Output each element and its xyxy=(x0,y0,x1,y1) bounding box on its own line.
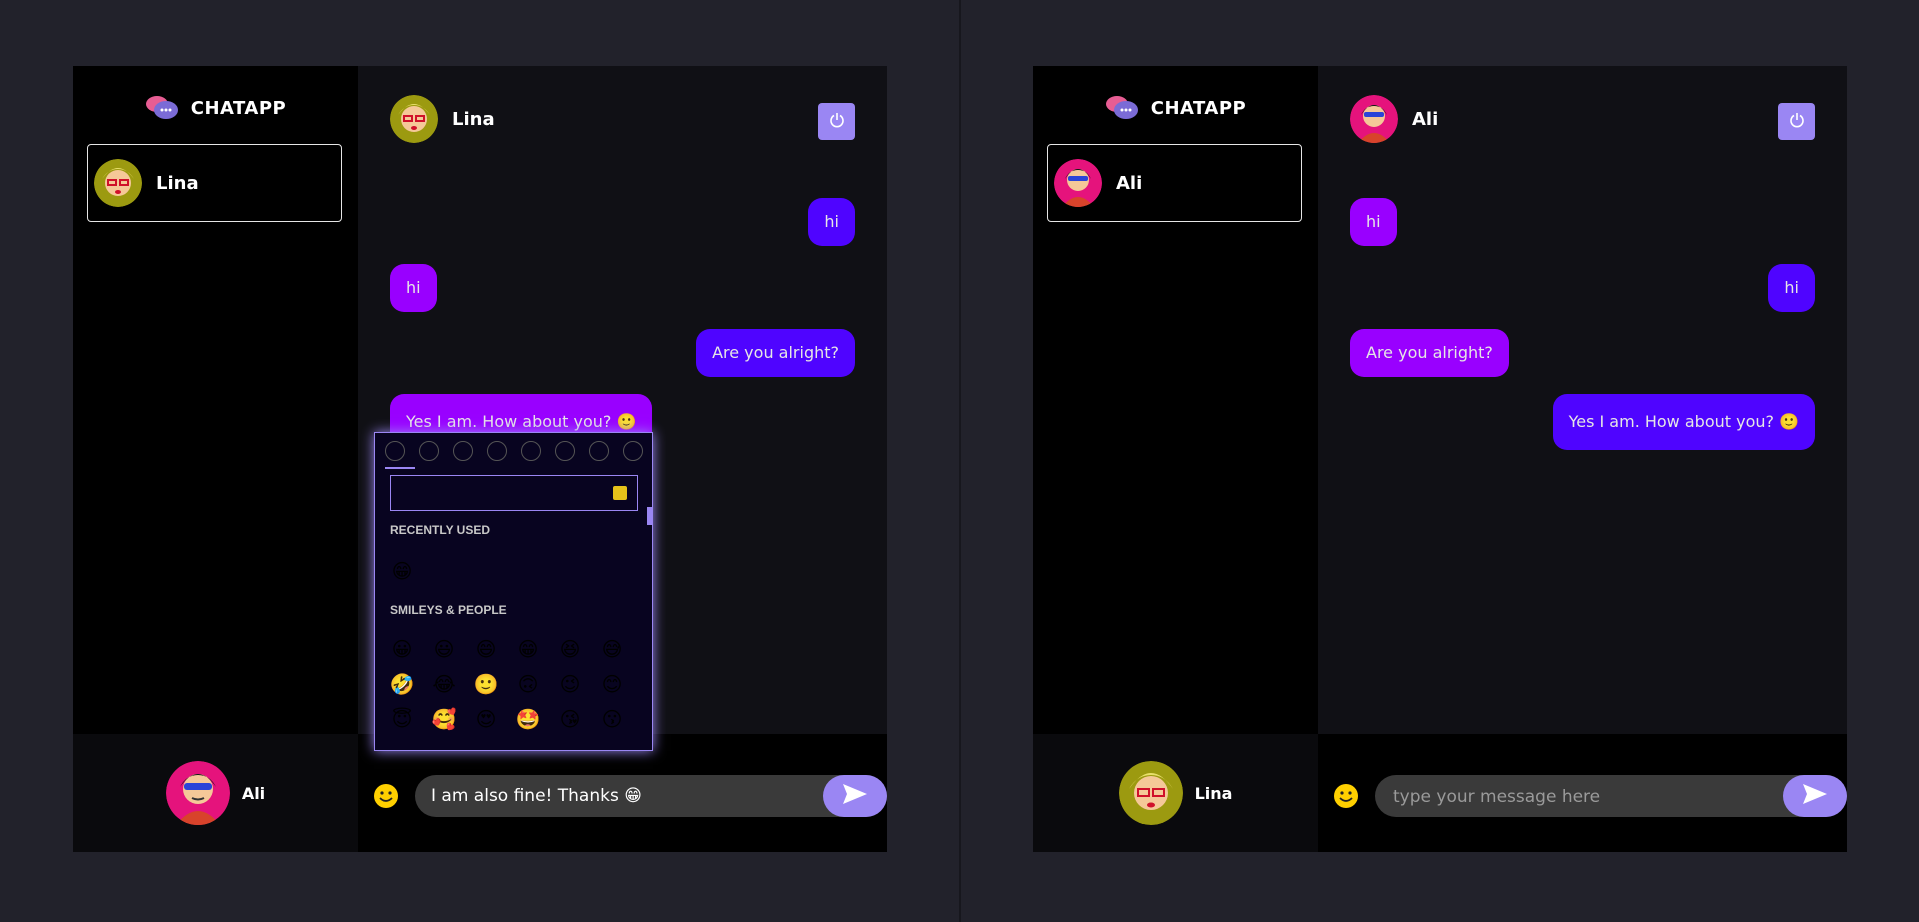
emoji-option[interactable]: 😉 xyxy=(556,670,584,698)
current-user-panel: Ali xyxy=(73,734,358,852)
emoji-option[interactable]: 😂 xyxy=(430,670,458,698)
emoji-option[interactable]: 😆 xyxy=(556,635,584,663)
emoji-option[interactable]: 😃 xyxy=(430,635,458,663)
chat-contact-name: Lina xyxy=(452,108,495,130)
chat-header: Ali xyxy=(1350,94,1815,144)
emoji-search-input[interactable] xyxy=(390,475,638,511)
emoji-option[interactable]: 😅 xyxy=(598,635,626,663)
activity-category-icon[interactable] xyxy=(487,441,507,461)
avatar xyxy=(1054,159,1102,207)
emoji-option[interactable]: 🤩 xyxy=(514,705,542,733)
send-button[interactable] xyxy=(823,775,887,817)
chat-contact-name: Ali xyxy=(1412,108,1439,130)
brand: CHATAPP xyxy=(73,88,358,128)
contact-name: Ali xyxy=(1116,172,1143,194)
emoji-category-tabs xyxy=(385,441,643,463)
flags-category-icon[interactable] xyxy=(623,441,643,461)
current-user-name: Lina xyxy=(1194,783,1233,803)
message-sent: Yes I am. How about you? 🙂 xyxy=(1552,394,1815,450)
people-category-icon[interactable] xyxy=(385,441,405,461)
smileys-title: SMILEYS & PEOPLE xyxy=(390,603,507,617)
send-icon xyxy=(842,783,868,809)
emoji-picker: RECENTLY USED 😁 SMILEYS & PEOPLE 😀 😃 😄 😁 😆 😅 🤣… xyxy=(374,432,653,751)
contact-item-lina[interactable]: Lina xyxy=(87,144,342,222)
emoji-option[interactable]: 😗 xyxy=(598,705,626,733)
symbols-category-icon[interactable] xyxy=(589,441,609,461)
message-sent: hi xyxy=(1768,264,1815,312)
emoji-option[interactable]: 🙂 xyxy=(472,670,500,698)
power-icon xyxy=(829,112,845,132)
active-category-indicator xyxy=(385,467,415,469)
avatar xyxy=(390,95,438,143)
emoji-option[interactable]: 😄 xyxy=(472,635,500,663)
emoji-option[interactable]: 😘 xyxy=(556,705,584,733)
brand-title: CHATAPP xyxy=(190,97,287,119)
message-input-bar xyxy=(1318,734,1847,852)
message-input-wrapper: I am also fine! Thanks 😁 xyxy=(415,775,887,817)
travel-category-icon[interactable] xyxy=(521,441,541,461)
avatar xyxy=(165,761,230,825)
brand-title: CHATAPP xyxy=(1150,97,1247,119)
message-received: Are you alright? xyxy=(1350,329,1509,377)
send-button[interactable] xyxy=(1783,775,1847,817)
emoji-picker-toggle-icon[interactable] xyxy=(1332,782,1360,810)
current-user-name: Ali xyxy=(241,783,266,803)
message-input-wrapper xyxy=(1375,775,1847,819)
food-category-icon[interactable] xyxy=(453,441,473,461)
message-input-bar: I am also fine! Thanks 😁 xyxy=(358,734,887,852)
emoji-scrollbar[interactable] xyxy=(647,507,652,525)
avatar xyxy=(1118,761,1183,825)
logout-button[interactable] xyxy=(818,103,855,140)
emoji-option[interactable]: 🙃 xyxy=(514,670,542,698)
message-received: hi xyxy=(390,264,437,312)
chat-bubbles-icon xyxy=(1105,94,1139,122)
send-icon xyxy=(1802,783,1828,809)
message-sent: Are you alright? xyxy=(696,329,855,377)
contacts-sidebar: CHATAPP Lina xyxy=(73,66,358,734)
chat-window-right: CHATAPP Ali Ali hi hi Are you alright? Y… xyxy=(1033,66,1847,852)
emoji-option[interactable]: 😀 xyxy=(388,635,416,663)
emoji-option[interactable]: 🥰 xyxy=(430,705,458,733)
emoji-option[interactable]: 😁 xyxy=(514,635,542,663)
skin-tone-icon[interactable] xyxy=(613,486,627,500)
contacts-sidebar: CHATAPP Ali xyxy=(1033,66,1318,734)
emoji-picker-toggle-icon[interactable] xyxy=(372,782,400,810)
message-sent: hi xyxy=(808,198,855,246)
emoji-option[interactable]: 😍 xyxy=(472,705,500,733)
emoji-option[interactable]: 🤣 xyxy=(388,670,416,698)
logout-button[interactable] xyxy=(1778,103,1815,140)
message-received: hi xyxy=(1350,198,1397,246)
message-input[interactable] xyxy=(1391,775,1775,819)
emoji-option[interactable]: 😇 xyxy=(388,705,416,733)
avatar xyxy=(94,159,142,207)
recently-used-title: RECENTLY USED xyxy=(390,523,491,537)
contact-name: Lina xyxy=(156,172,199,194)
contact-item-ali[interactable]: Ali xyxy=(1047,144,1302,222)
emoji-option[interactable]: 😁 xyxy=(388,557,416,585)
chat-header: Lina xyxy=(390,94,855,144)
message-input[interactable]: I am also fine! Thanks 😁 xyxy=(431,775,642,817)
emoji-option[interactable]: 😊 xyxy=(598,670,626,698)
power-icon xyxy=(1789,112,1805,132)
chat-area: Ali hi hi Are you alright? Yes I am. How… xyxy=(1318,66,1847,734)
current-user-panel: Lina xyxy=(1033,734,1318,852)
brand: CHATAPP xyxy=(1033,88,1318,128)
objects-category-icon[interactable] xyxy=(555,441,575,461)
chat-window-left: CHATAPP Lina Lina hi hi Are you alright?… xyxy=(73,66,887,852)
nature-category-icon[interactable] xyxy=(419,441,439,461)
avatar xyxy=(1350,95,1398,143)
chat-bubbles-icon xyxy=(145,94,179,122)
window-divider xyxy=(959,0,961,922)
